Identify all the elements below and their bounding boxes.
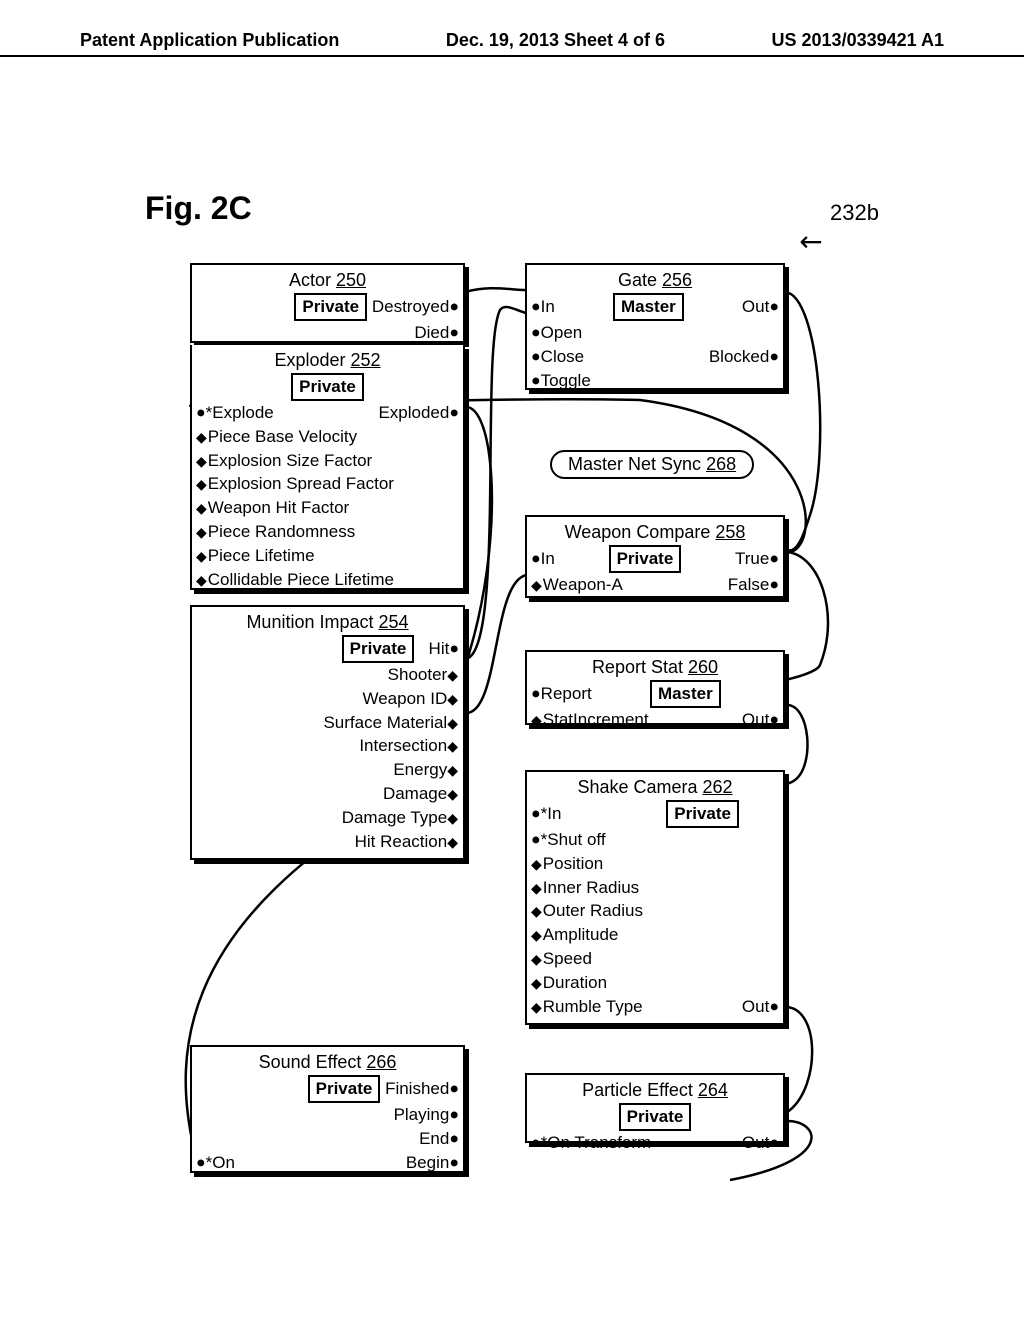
rs-statinc-port: ◆StatIncrement [531, 708, 649, 732]
munition-damage-port: Damage◆ [383, 782, 459, 806]
header-rule [0, 55, 1024, 57]
shake-outer-port: ◆Outer Radius [531, 899, 643, 923]
exploder-p2-port: ◆Explosion Size Factor [196, 449, 372, 473]
node-munition-impact: Munition Impact 254 Private Hit● Shooter… [190, 605, 465, 860]
rs-master-tag: Master [650, 680, 721, 708]
shake-speed-port: ◆Speed [531, 947, 592, 971]
exploder-p4-port: ◆Weapon Hit Factor [196, 496, 349, 520]
header-right: US 2013/0339421 A1 [772, 30, 944, 51]
ref-232b: 232b [830, 200, 879, 226]
munition-surface-port: Surface Material◆ [323, 711, 459, 735]
sound-title: Sound Effect 266 [192, 1047, 463, 1075]
gate-in-port: ●In [531, 295, 555, 319]
header-center: Dec. 19, 2013 Sheet 4 of 6 [446, 30, 665, 51]
node-gate: Gate 256 ●In Master Out● ●Open ●Close Blo… [525, 263, 785, 390]
sound-playing-port: Playing● [394, 1103, 459, 1127]
figure-label: Fig. 2C [145, 190, 252, 227]
node-exploder: Exploder 252 Private ●*ExplodeExploded● … [190, 345, 465, 590]
node-particle-effect: Particle Effect 264 Private ●*On Transfo… [525, 1073, 785, 1143]
wc-weapona-port: ◆Weapon-A [531, 573, 623, 597]
shake-shutoff-port: ●*Shut off [531, 828, 606, 852]
shake-in-port: ●*In [531, 802, 561, 826]
gate-toggle-port: ●Toggle [531, 369, 591, 393]
exploder-p7-port: ◆Collidable Piece Lifetime [196, 568, 394, 592]
sound-finished-port: Private Finished● [308, 1075, 459, 1103]
shake-out-port: Out● [742, 995, 779, 1019]
page-header: Patent Application Publication Dec. 19, … [0, 30, 1024, 51]
munition-weaponid-port: Weapon ID◆ [362, 687, 459, 711]
sound-end-port: End● [419, 1127, 459, 1151]
rs-out-port: Out● [742, 708, 779, 732]
munition-damagetype-port: Damage Type◆ [342, 806, 459, 830]
munition-intersection-port: Intersection◆ [359, 734, 459, 758]
exploder-exploded-port: Exploded● [378, 401, 459, 425]
exploder-title: Exploder 252 [192, 345, 463, 373]
wc-in-port: ●In [531, 547, 555, 571]
rs-report-port: ●Report [531, 682, 592, 706]
particle-out-port: Out● [742, 1131, 779, 1155]
exploder-p3-port: ◆Explosion Spread Factor [196, 472, 394, 496]
actor-title: Actor 250 [192, 265, 463, 293]
shake-inner-port: ◆Inner Radius [531, 876, 639, 900]
shake-rumble-port: ◆Rumble Type [531, 995, 643, 1019]
gate-open-port: ●Open [531, 321, 582, 345]
wc-false-port: False● [728, 573, 779, 597]
munition-hitreaction-port: Hit Reaction◆ [355, 830, 459, 854]
particle-private-tag: Private [619, 1103, 692, 1131]
gate-master-tag: Master [613, 293, 684, 321]
munition-title: Munition Impact 254 [192, 607, 463, 635]
munition-energy-port: Energy◆ [393, 758, 459, 782]
shake-position-port: ◆Position [531, 852, 603, 876]
gate-blocked-port: Blocked● [709, 345, 779, 369]
node-report-stat: Report Stat 260 ●Report Master ◆StatIncr… [525, 650, 785, 725]
exploder-private-tag: Private [291, 373, 364, 401]
gate-title: Gate 256 [527, 265, 783, 293]
header-left: Patent Application Publication [80, 30, 339, 51]
munition-shooter-port: Shooter◆ [388, 663, 459, 687]
wc-private-tag: Private [609, 545, 682, 573]
exploder-explode-port: ●*Explode [196, 401, 274, 425]
shake-duration-port: ◆Duration [531, 971, 607, 995]
gate-out-port: Out● [742, 295, 779, 319]
node-actor: Actor 250 Private Destroyed● Died● Handl… [190, 263, 465, 343]
actor-destroyed-port: Private Destroyed● [294, 293, 459, 321]
diagram-container: Actor 250 Private Destroyed● Died● Handl… [170, 255, 890, 1215]
exploder-p6-port: ◆Piece Lifetime [196, 544, 315, 568]
node-master-net-sync: Master Net Sync 268 [550, 450, 754, 479]
sound-begin-port: Begin● [406, 1151, 459, 1175]
particle-ontransform-port: ●*On Transform [531, 1131, 651, 1155]
gate-close-port: ●Close [531, 345, 584, 369]
wc-title: Weapon Compare 258 [527, 517, 783, 545]
actor-died-port: Died● [414, 321, 459, 345]
exploder-p5-port: ◆Piece Randomness [196, 520, 355, 544]
node-weapon-compare: Weapon Compare 258 ●In Private True● ◆We… [525, 515, 785, 598]
sound-on-port: ●*On [196, 1151, 235, 1175]
particle-title: Particle Effect 264 [527, 1075, 783, 1103]
rs-title: Report Stat 260 [527, 652, 783, 680]
wc-true-port: True● [735, 547, 779, 571]
node-shake-camera: Shake Camera 262 ●*InPrivate ●*Shut off … [525, 770, 785, 1025]
shake-title: Shake Camera 262 [527, 772, 783, 800]
node-sound-effect: Sound Effect 266 Private Finished● Playi… [190, 1045, 465, 1173]
shake-amplitude-port: ◆Amplitude [531, 923, 618, 947]
exploder-p1-port: ◆Piece Base Velocity [196, 425, 357, 449]
munition-hit-port: Private Hit● [342, 635, 459, 663]
shake-private-tag: Private [666, 800, 739, 828]
